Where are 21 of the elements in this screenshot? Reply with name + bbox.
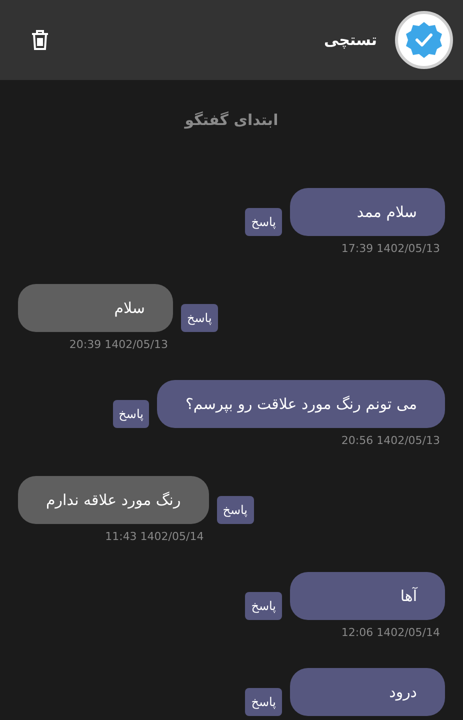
message-time: 20:39 1402/05/13 bbox=[69, 338, 168, 352]
message-time: 17:39 1402/05/13 bbox=[341, 242, 440, 256]
reply-button[interactable]: پاسخ bbox=[245, 592, 282, 620]
reply-button[interactable]: پاسخ bbox=[112, 400, 150, 428]
contact-name: تستچی bbox=[324, 30, 377, 51]
message-bubble: می تونم رنگ مورد علاقت رو بپرسم؟ bbox=[157, 380, 445, 428]
message-bubble: درود bbox=[290, 668, 445, 716]
message-bubble: سلام ممد bbox=[290, 188, 445, 236]
reply-button[interactable]: پاسخ bbox=[245, 208, 282, 236]
message-bubble: سلام bbox=[18, 284, 173, 332]
reply-button[interactable]: پاسخ bbox=[245, 688, 282, 716]
conversation-start-label: ابتدای گفتگو bbox=[184, 110, 278, 130]
message-time: 20:56 1402/05/13 bbox=[341, 434, 440, 448]
reply-button[interactable]: پاسخ bbox=[216, 496, 254, 524]
message-time: 11:43 1402/05/14 bbox=[105, 530, 204, 544]
reply-button[interactable]: پاسخ bbox=[181, 304, 218, 332]
trash-icon[interactable] bbox=[30, 29, 50, 51]
message-time: 12:06 1402/05/14 bbox=[341, 626, 440, 640]
message-bubble: آها bbox=[290, 572, 445, 620]
message-bubble: رنگ مورد علاقه ندارم bbox=[18, 476, 209, 524]
verified-badge-icon bbox=[404, 20, 444, 60]
